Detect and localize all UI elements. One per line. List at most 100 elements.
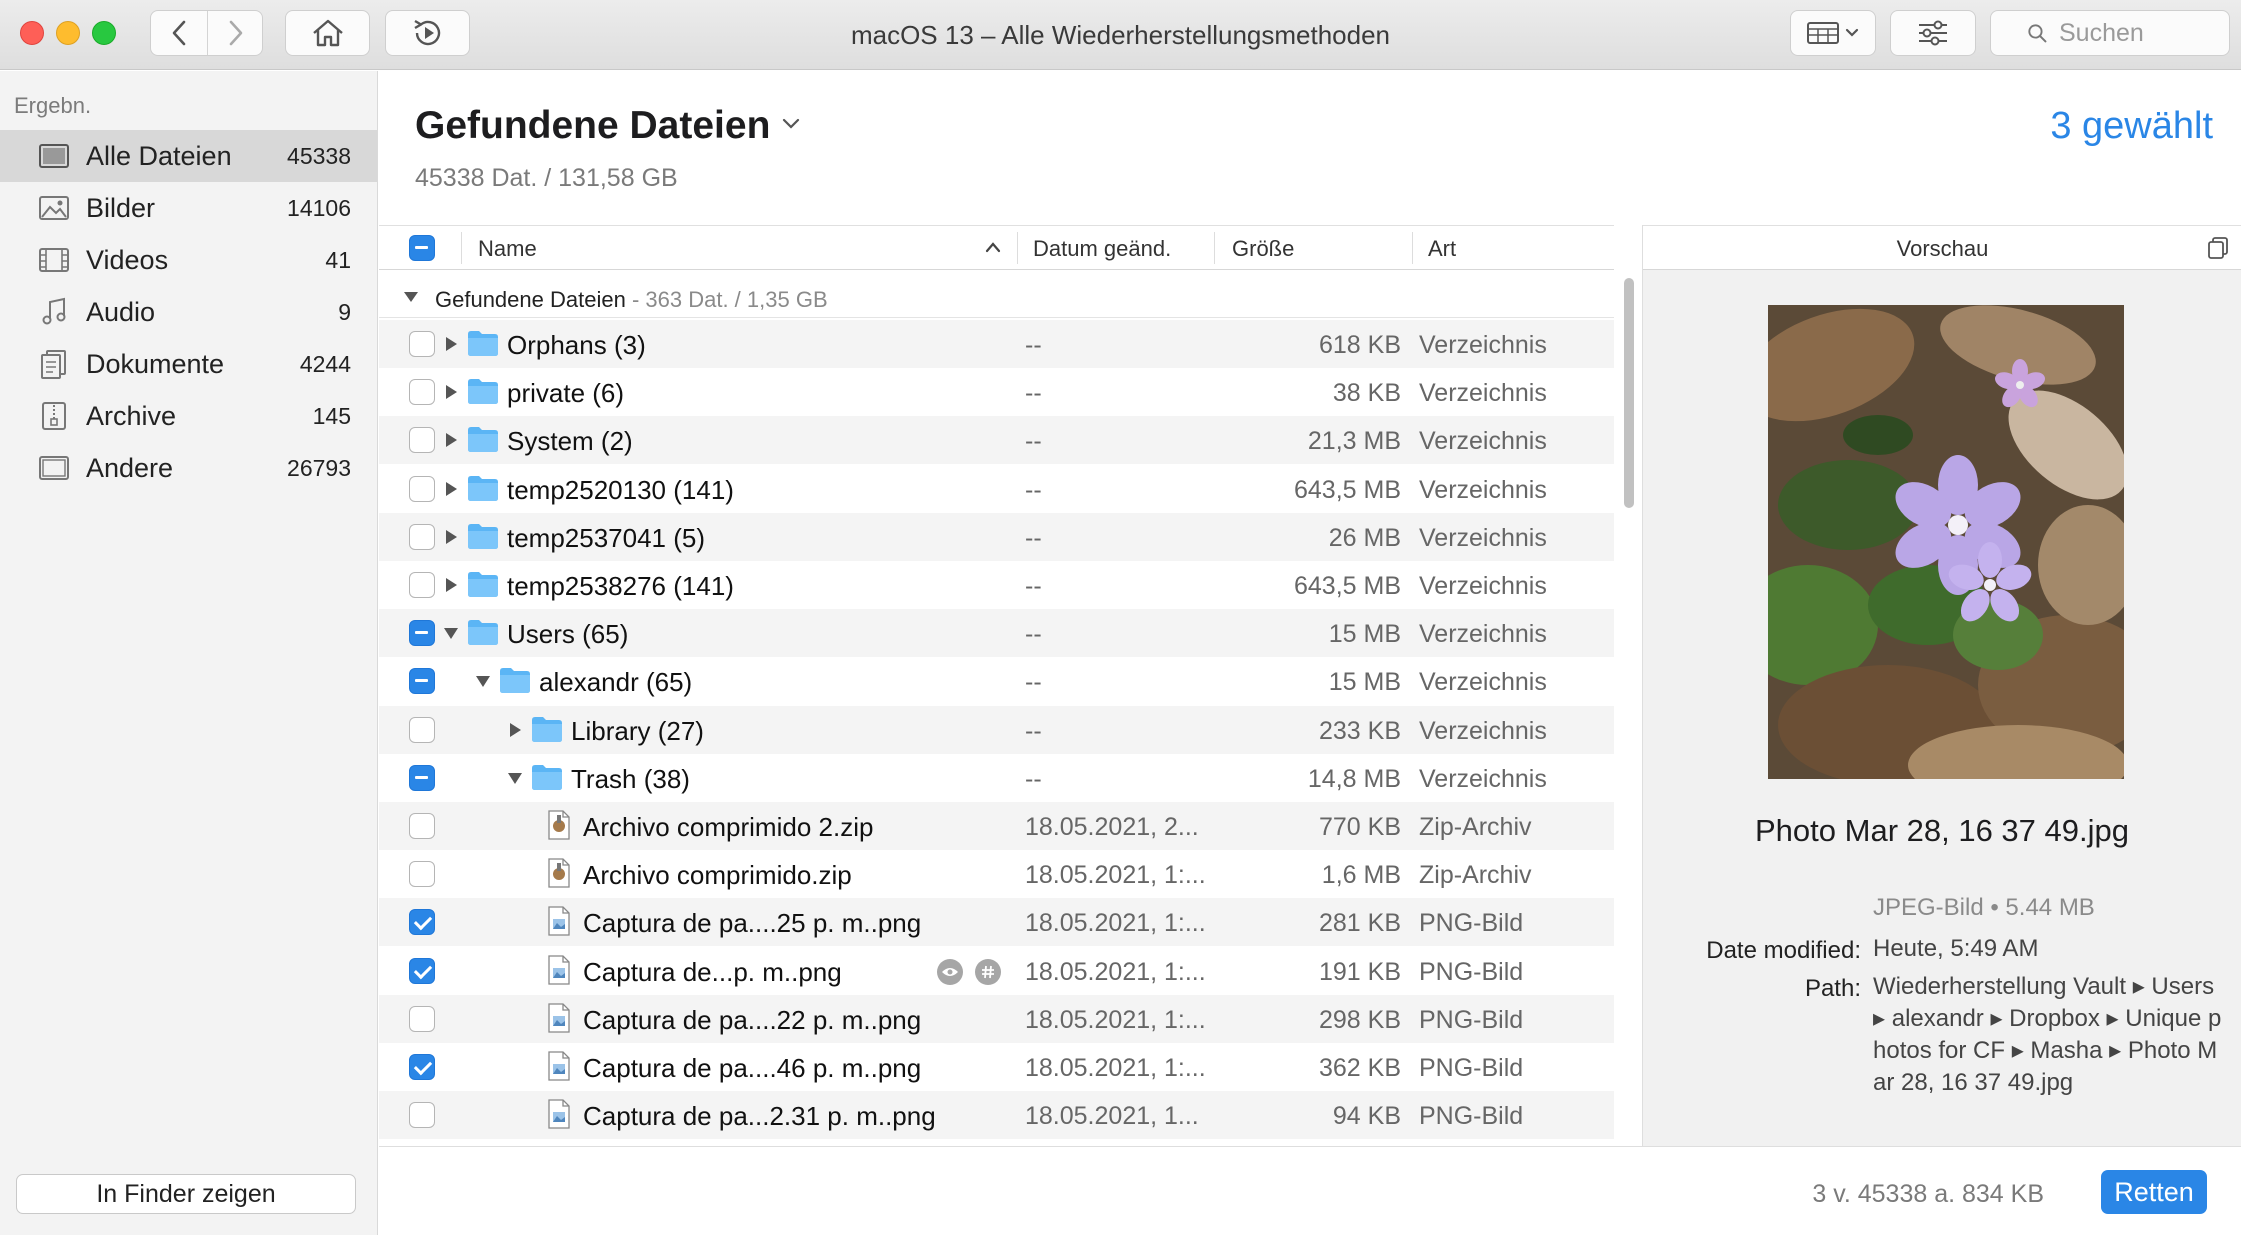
row-date: -- — [1025, 427, 1042, 456]
row-checkbox[interactable] — [409, 764, 435, 791]
table-row[interactable]: Captura de pa....46 p. m..png 18.05.2021,… — [379, 1043, 1614, 1091]
row-kind: Verzeichnis — [1419, 668, 1547, 697]
table-row[interactable]: Trash (38) -- 14,8 MB Verzeichnis — [379, 754, 1614, 802]
sort-ascending-icon[interactable] — [985, 241, 1001, 253]
sidebar-item-documents[interactable]: Dokumente 4244 — [0, 338, 377, 390]
row-checkbox[interactable] — [409, 620, 435, 647]
path-value: Wiederherstellung Vault ▸ Users ▸ alexan… — [1873, 973, 2222, 1096]
row-checkbox[interactable] — [409, 379, 435, 406]
column-size[interactable]: Größe — [1232, 236, 1294, 262]
zoom-window-button[interactable] — [92, 21, 116, 45]
row-checkbox[interactable] — [409, 813, 435, 839]
scrollbar[interactable] — [1622, 278, 1636, 1146]
eye-icon[interactable] — [937, 958, 963, 985]
table-row[interactable]: Orphans (3) -- 618 KB Verzeichnis — [379, 320, 1614, 368]
show-in-finder-button[interactable]: In Finder zeigen — [16, 1174, 356, 1214]
group-meta: - 363 Dat. / 1,35 GB — [631, 287, 828, 312]
sidebar-item-label: Videos — [86, 244, 169, 275]
row-checkbox[interactable] — [409, 909, 435, 936]
row-kind: Zip-Archiv — [1419, 861, 1532, 890]
row-kind: Verzeichnis — [1419, 475, 1547, 504]
table-row[interactable]: temp2537041 (5) -- 26 MB Verzeichnis — [379, 512, 1614, 561]
row-checkbox[interactable] — [409, 1102, 435, 1129]
row-name: Captura de pa....25 p. m..png — [583, 908, 922, 939]
row-size: 643,5 MB — [1293, 572, 1401, 600]
sidebar-item-archive[interactable]: Archive 145 — [0, 390, 377, 442]
table-row[interactable]: Captura de pa....25 p. m..png 18.05.2021,… — [379, 898, 1614, 947]
column-name[interactable]: Name — [478, 236, 537, 262]
disclosure-closed-icon[interactable] — [443, 481, 459, 497]
preview-image[interactable] — [1768, 305, 2124, 779]
page-title[interactable]: Gefundene Dateien — [415, 104, 770, 148]
table-row[interactable]: Archivo comprimido.zip 18.05.2021, 1:... 1… — [379, 850, 1614, 898]
back-button[interactable] — [151, 11, 207, 55]
table-row[interactable]: System (2) -- 21,3 MB Verzeichnis — [379, 416, 1614, 465]
disclosure-open-icon[interactable] — [475, 673, 491, 689]
disclosure-closed-icon[interactable] — [443, 577, 459, 593]
disclosure-closed-icon[interactable] — [443, 529, 459, 545]
table-row[interactable]: private (6) -- 38 KB Verzeichnis — [379, 368, 1614, 416]
select-all-checkbox[interactable] — [409, 235, 435, 261]
group-row[interactable]: Gefundene Dateien - 363 Dat. / 1,35 GB — [379, 278, 1614, 318]
row-kind: Verzeichnis — [1419, 764, 1547, 793]
image-file-icon — [548, 906, 570, 937]
forward-button[interactable] — [208, 11, 264, 55]
archive-icon — [42, 402, 66, 430]
filter-button[interactable] — [1890, 10, 1976, 56]
disclosure-closed-icon[interactable] — [443, 336, 459, 352]
disclosure-open-icon[interactable] — [507, 770, 523, 786]
disclosure-closed-icon[interactable] — [443, 432, 459, 448]
row-size: 281 KB — [1318, 909, 1401, 938]
copy-icon[interactable] — [2206, 236, 2230, 260]
chevron-down-icon[interactable] — [782, 118, 800, 130]
row-checkbox[interactable] — [409, 716, 435, 743]
row-checkbox[interactable] — [409, 957, 435, 984]
row-checkbox[interactable] — [409, 523, 435, 550]
table-row[interactable]: temp2520130 (141) -- 643,5 MB Verzeichnis — [379, 465, 1614, 513]
row-size: 38 KB — [1332, 379, 1401, 408]
table-row[interactable]: Captura de pa....22 p. m..png 18.05.2021,… — [379, 994, 1614, 1043]
table-row[interactable]: Users (65) -- 15 MB Verzeichnis — [379, 609, 1614, 658]
sidebar-item-all-files[interactable]: Alle Dateien 45338 — [0, 130, 377, 182]
hash-icon[interactable] — [975, 958, 1001, 985]
minimize-window-button[interactable] — [56, 21, 80, 45]
view-options-button[interactable] — [1790, 10, 1876, 56]
row-checkbox[interactable] — [409, 861, 435, 888]
sidebar-item-images[interactable]: Bilder 14106 — [0, 182, 377, 234]
row-checkbox[interactable] — [409, 668, 435, 695]
row-checkbox[interactable] — [409, 1005, 435, 1032]
column-kind[interactable]: Art — [1428, 236, 1456, 262]
search-input[interactable] — [2059, 18, 2229, 48]
sidebar-item-label: Andere — [86, 452, 174, 483]
disclosure-open-icon[interactable] — [403, 290, 419, 304]
sidebar-item-count: 41 — [325, 246, 351, 273]
sidebar-item-audio[interactable]: Audio 9 — [0, 286, 377, 338]
row-checkbox[interactable] — [409, 1054, 435, 1080]
table-row[interactable]: Captura de pa...2.31 p. m..png 18.05.2021… — [379, 1091, 1614, 1140]
table-row[interactable]: alexandr (65) -- 15 MB Verzeichnis — [379, 657, 1614, 705]
search-field[interactable] — [1990, 10, 2230, 56]
disclosure-closed-icon[interactable] — [443, 384, 459, 400]
row-checkbox[interactable] — [409, 475, 435, 502]
table-row[interactable]: Library (27) -- 233 KB Verzeichnis — [379, 705, 1614, 754]
music-icon — [42, 297, 66, 325]
scroll-thumb[interactable] — [1624, 278, 1634, 508]
sidebar-item-other[interactable]: Andere 26793 — [0, 442, 377, 494]
disclosure-closed-icon[interactable] — [507, 722, 523, 738]
recover-button[interactable]: Retten — [2101, 1170, 2207, 1214]
column-date[interactable]: Datum geänd. — [1033, 236, 1171, 262]
table-row[interactable]: Captura de...p. m..png 18.05.2021, 1:... 1… — [379, 947, 1614, 995]
row-name: temp2538276 (141) — [507, 571, 734, 601]
row-checkbox[interactable] — [409, 331, 435, 357]
selected-count[interactable]: 3 gewählt — [2050, 105, 2213, 148]
table-row[interactable]: temp2538276 (141) -- 643,5 MB Verzeichnis — [379, 561, 1614, 609]
home-button[interactable] — [285, 10, 370, 56]
row-checkbox[interactable] — [409, 572, 435, 598]
history-button[interactable] — [385, 10, 470, 56]
table-row[interactable]: Archivo comprimido 2.zip 18.05.2021, 2...… — [379, 802, 1614, 850]
close-window-button[interactable] — [20, 21, 44, 45]
row-checkbox[interactable] — [409, 427, 435, 454]
disclosure-open-icon[interactable] — [443, 625, 459, 641]
sidebar-item-videos[interactable]: Videos 41 — [0, 234, 377, 286]
chevron-left-icon — [172, 20, 186, 46]
